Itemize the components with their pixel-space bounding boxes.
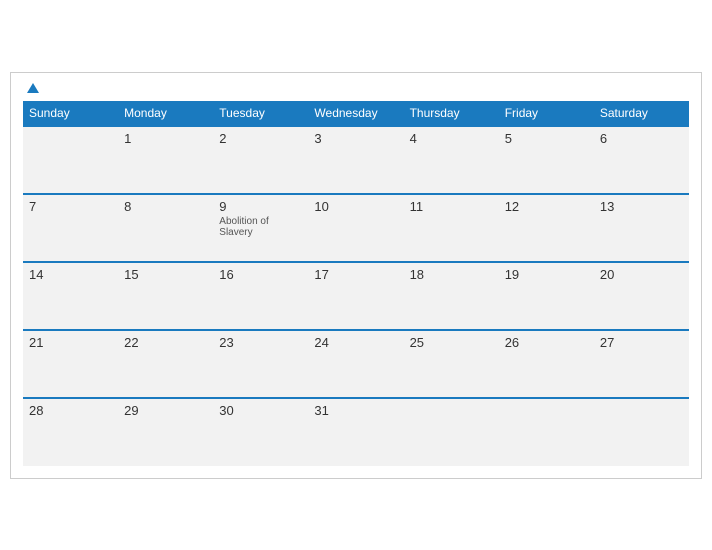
calendar-weekday-header: SundayMondayTuesdayWednesdayThursdayFrid… <box>23 101 689 126</box>
calendar-cell: 19 <box>499 262 594 330</box>
day-number: 4 <box>410 131 493 146</box>
calendar-cell: 13 <box>594 194 689 262</box>
day-number: 27 <box>600 335 683 350</box>
day-number: 29 <box>124 403 207 418</box>
weekday-header-tuesday: Tuesday <box>213 101 308 126</box>
week-row-2: 14 15 16 17 18 19 20 <box>23 262 689 330</box>
calendar-cell <box>594 398 689 466</box>
day-number: 14 <box>29 267 112 282</box>
day-number: 7 <box>29 199 112 214</box>
week-row-0: 123456 <box>23 126 689 194</box>
day-number: 24 <box>314 335 397 350</box>
calendar-cell: 22 <box>118 330 213 398</box>
calendar-cell: 31 <box>308 398 403 466</box>
calendar-cell: 7 <box>23 194 118 262</box>
calendar-cell: 24 <box>308 330 403 398</box>
calendar-container: SundayMondayTuesdayWednesdayThursdayFrid… <box>10 72 702 479</box>
logo-triangle-icon <box>27 83 39 93</box>
calendar-cell: 4 <box>404 126 499 194</box>
calendar-cell <box>499 398 594 466</box>
calendar-cell: 30 <box>213 398 308 466</box>
calendar-cell: 26 <box>499 330 594 398</box>
calendar-grid: SundayMondayTuesdayWednesdayThursdayFrid… <box>23 101 689 466</box>
week-row-3: 21 22 23 24 25 26 27 <box>23 330 689 398</box>
day-number: 30 <box>219 403 302 418</box>
calendar-cell: 23 <box>213 330 308 398</box>
calendar-cell: 25 <box>404 330 499 398</box>
calendar-header <box>23 83 689 93</box>
calendar-cell: 29 <box>118 398 213 466</box>
calendar-cell: 2 <box>213 126 308 194</box>
calendar-cell: 18 <box>404 262 499 330</box>
day-number: 28 <box>29 403 112 418</box>
day-number: 16 <box>219 267 302 282</box>
day-number: 10 <box>314 199 397 214</box>
calendar-cell: 28 <box>23 398 118 466</box>
day-number: 25 <box>410 335 493 350</box>
day-number: 5 <box>505 131 588 146</box>
weekday-header-thursday: Thursday <box>404 101 499 126</box>
calendar-cell: 12 <box>499 194 594 262</box>
day-number: 6 <box>600 131 683 146</box>
calendar-cell <box>23 126 118 194</box>
calendar-body: 123456789Abolition of Slavery10111213141… <box>23 126 689 466</box>
day-number: 1 <box>124 131 207 146</box>
calendar-cell: 27 <box>594 330 689 398</box>
day-number: 23 <box>219 335 302 350</box>
event-text: Abolition of Slavery <box>219 216 302 238</box>
week-row-1: 789 Abolition of Slavery 10 11 12 13 <box>23 194 689 262</box>
calendar-cell: 14 <box>23 262 118 330</box>
calendar-cell: 8 <box>118 194 213 262</box>
calendar-cell: 10 <box>308 194 403 262</box>
week-row-4: 28 29 30 31 <box>23 398 689 466</box>
calendar-cell: 16 <box>213 262 308 330</box>
day-number: 13 <box>600 199 683 214</box>
weekday-header-friday: Friday <box>499 101 594 126</box>
weekday-header-monday: Monday <box>118 101 213 126</box>
day-number: 11 <box>410 199 493 214</box>
day-number: 2 <box>219 131 302 146</box>
weekday-row: SundayMondayTuesdayWednesdayThursdayFrid… <box>23 101 689 126</box>
calendar-cell: 21 <box>23 330 118 398</box>
weekday-header-wednesday: Wednesday <box>308 101 403 126</box>
day-number: 3 <box>314 131 397 146</box>
day-number: 31 <box>314 403 397 418</box>
weekday-header-saturday: Saturday <box>594 101 689 126</box>
calendar-cell: 15 <box>118 262 213 330</box>
day-number: 22 <box>124 335 207 350</box>
calendar-cell: 1 <box>118 126 213 194</box>
calendar-cell: 11 <box>404 194 499 262</box>
calendar-cell: 17 <box>308 262 403 330</box>
day-number: 21 <box>29 335 112 350</box>
weekday-header-sunday: Sunday <box>23 101 118 126</box>
calendar-cell: 5 <box>499 126 594 194</box>
calendar-cell: 3 <box>308 126 403 194</box>
calendar-cell: 6 <box>594 126 689 194</box>
day-number: 15 <box>124 267 207 282</box>
day-number: 12 <box>505 199 588 214</box>
day-number: 18 <box>410 267 493 282</box>
day-number: 9 <box>219 199 302 214</box>
logo-blue-text <box>23 83 39 93</box>
day-number: 20 <box>600 267 683 282</box>
day-number: 19 <box>505 267 588 282</box>
day-number: 8 <box>124 199 207 214</box>
calendar-cell: 20 <box>594 262 689 330</box>
logo <box>23 83 39 93</box>
calendar-cell <box>404 398 499 466</box>
day-number: 17 <box>314 267 397 282</box>
calendar-cell: 9 Abolition of Slavery <box>213 194 308 262</box>
day-number: 26 <box>505 335 588 350</box>
